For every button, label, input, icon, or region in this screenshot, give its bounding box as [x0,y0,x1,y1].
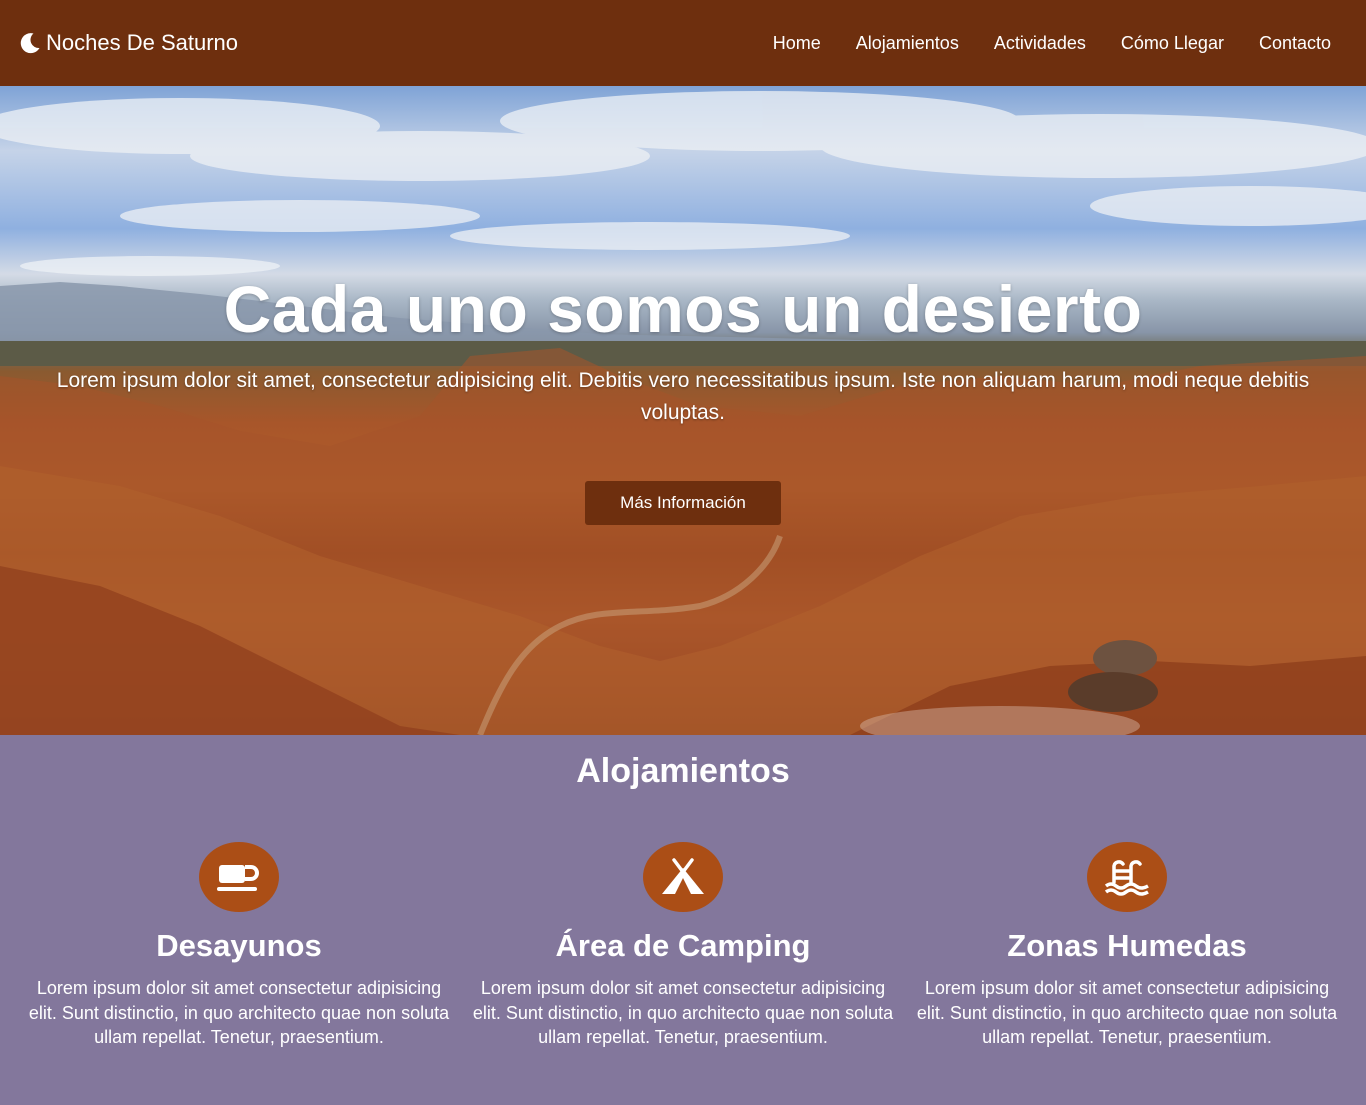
hero-section: Cada uno somos un desierto Lorem ipsum d… [0,86,1366,735]
swimming-pool-icon-circle [1087,842,1167,912]
hero-content: Cada uno somos un desierto Lorem ipsum d… [0,271,1366,525]
nav-link-actividades[interactable]: Actividades [994,33,1086,53]
alojamientos-section: Alojamientos Desayunos Lorem ipsum dolor… [0,735,1366,1105]
tent-icon [662,858,704,894]
nav-menu: Home Alojamientos Actividades Cómo Llega… [773,33,1331,54]
nav-link-home[interactable]: Home [773,33,821,53]
section-title: Alojamientos [576,752,790,790]
feature-title: Área de Camping [555,928,811,963]
feature-card: Área de Camping Lorem ipsum dolor sit am… [472,842,894,1050]
feature-card: Zonas Humedas Lorem ipsum dolor sit amet… [916,842,1338,1050]
feature-card: Desayunos Lorem ipsum dolor sit amet con… [28,842,450,1050]
feature-title: Zonas Humedas [1007,928,1247,963]
hero-description: Lorem ipsum dolor sit amet, consectetur … [56,369,1310,424]
nav-link-como-llegar[interactable]: Cómo Llegar [1121,33,1224,53]
nav-link-contacto[interactable]: Contacto [1259,33,1331,53]
coffee-icon-circle [199,842,279,912]
coffee-icon [217,865,259,891]
tent-icon-circle [643,842,723,912]
feature-title: Desayunos [156,928,322,963]
brand-name: Noches De Saturno [46,30,238,55]
brand-link[interactable]: Noches De Saturno [18,30,238,56]
feature-description: Lorem ipsum dolor sit amet consectetur a… [472,978,894,1047]
feature-description: Lorem ipsum dolor sit amet consectetur a… [916,978,1338,1047]
moon-icon [20,33,40,54]
navbar: Noches De Saturno Home Alojamientos Acti… [0,0,1366,86]
more-info-button[interactable]: Más Información [585,481,781,525]
swimming-pool-icon [1104,860,1149,896]
hero-title: Cada uno somos un desierto [223,272,1143,346]
feature-description: Lorem ipsum dolor sit amet consectetur a… [28,978,450,1047]
features-grid: Desayunos Lorem ipsum dolor sit amet con… [0,842,1366,1050]
nav-link-alojamientos[interactable]: Alojamientos [856,33,959,53]
